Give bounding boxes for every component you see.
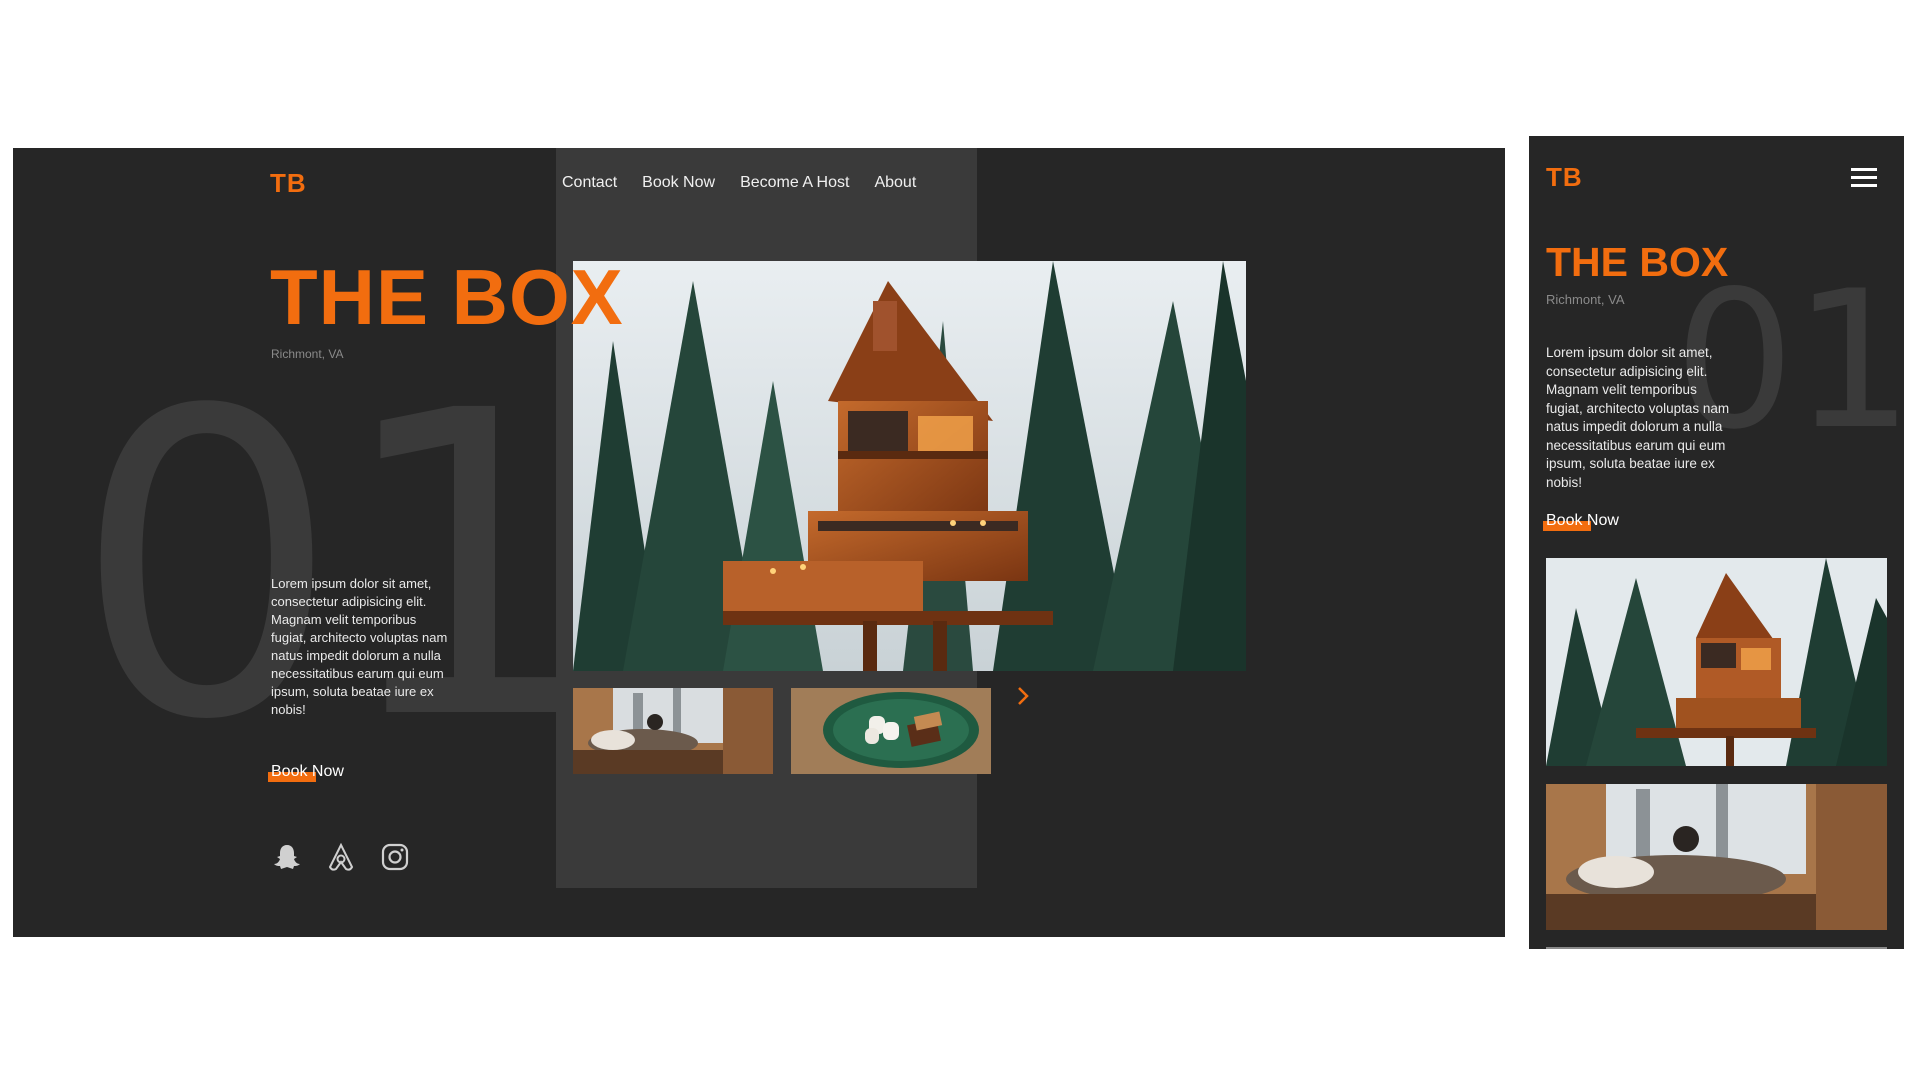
mobile-image-treehouse <box>1546 558 1887 766</box>
nav-book-now[interactable]: Book Now <box>642 174 715 192</box>
nav-about[interactable]: About <box>874 174 916 192</box>
social-links <box>270 840 412 874</box>
location-text: Richmont, VA <box>271 347 344 361</box>
nav-contact[interactable]: Contact <box>562 174 617 192</box>
mobile-location-text: Richmont, VA <box>1546 292 1625 307</box>
thumbnail-smores[interactable] <box>791 688 991 774</box>
logo[interactable]: TB <box>270 168 307 199</box>
mobile-page-title: THE BOX <box>1546 239 1729 285</box>
mobile-book-now-label: Book Now <box>1546 512 1619 529</box>
airbnb-icon[interactable] <box>324 840 358 874</box>
hamburger-menu-icon[interactable] <box>1851 166 1877 188</box>
book-now-label: Book Now <box>271 763 344 780</box>
nav-become-a-host[interactable]: Become A Host <box>740 174 849 192</box>
hero-image-treehouse <box>573 261 1246 671</box>
page-title: THE BOX <box>270 253 624 341</box>
mobile-frame: TB 01 THE BOX Richmont, VA Lorem ipsum d… <box>1529 136 1904 949</box>
next-image-edge <box>1546 947 1887 949</box>
description-text: Lorem ipsum dolor sit amet, consectetur … <box>271 576 448 717</box>
desktop-frame: TB Contact Book Now Become A Host About … <box>13 148 1505 937</box>
main-nav: Contact Book Now Become A Host About <box>562 174 916 192</box>
book-now-button[interactable]: Book Now <box>268 763 344 782</box>
mobile-description-text: Lorem ipsum dolor sit amet, consectetur … <box>1546 345 1730 490</box>
next-chevron-icon[interactable] <box>1016 685 1030 707</box>
thumbnail-bedroom[interactable] <box>573 688 773 774</box>
mobile-book-now-button[interactable]: Book Now <box>1543 512 1619 531</box>
mobile-image-bedroom <box>1546 784 1887 930</box>
instagram-icon[interactable] <box>378 840 412 874</box>
mobile-logo[interactable]: TB <box>1546 162 1583 193</box>
snapchat-icon[interactable] <box>270 840 304 874</box>
